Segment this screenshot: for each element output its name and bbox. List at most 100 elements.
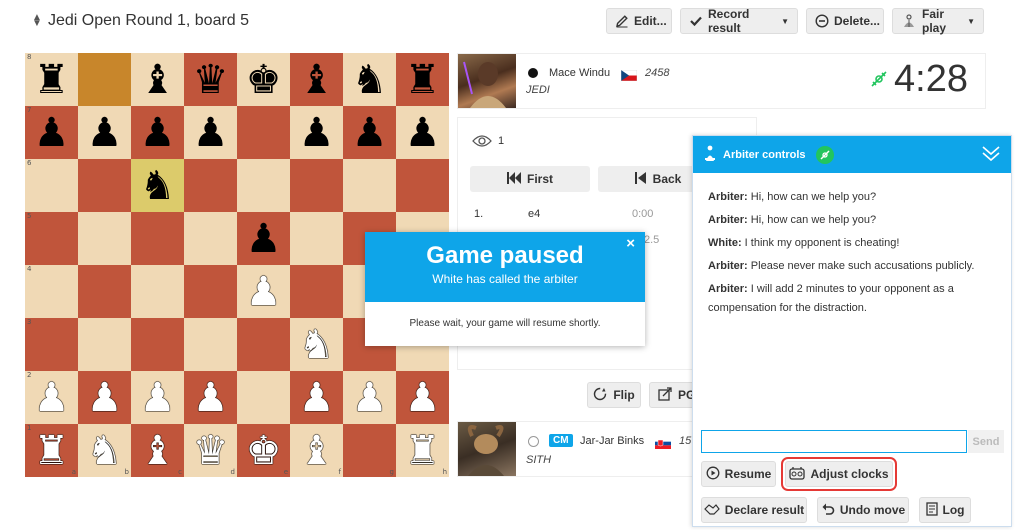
square-d3[interactable] (184, 318, 237, 371)
black-king-piece[interactable]: ♚ (246, 60, 282, 100)
square-g6[interactable] (343, 159, 396, 212)
square-e6[interactable] (237, 159, 290, 212)
first-move-button[interactable]: First (470, 166, 590, 192)
square-h1[interactable]: h ♜ (396, 424, 449, 477)
square-f8[interactable]: ♝ (290, 53, 343, 106)
square-h6[interactable] (396, 159, 449, 212)
square-h7[interactable]: ♟ (396, 106, 449, 159)
fair-play-button[interactable]: Fair play ▼ (892, 7, 984, 35)
square-a8[interactable]: 8 ♜ (25, 53, 78, 106)
square-a3[interactable]: 3 (25, 318, 78, 371)
square-f3[interactable]: ♞ (290, 318, 343, 371)
square-e1[interactable]: e ♚ (237, 424, 290, 477)
square-e8[interactable]: ♚ (237, 53, 290, 106)
square-h8[interactable]: ♜ (396, 53, 449, 106)
white-pawn-piece[interactable]: ♟ (246, 272, 282, 312)
white-pawn-piece[interactable]: ♟ (405, 378, 441, 418)
record-result-button[interactable]: Record result ▼ (680, 7, 798, 35)
square-d8[interactable]: ♛ (184, 53, 237, 106)
black-pawn-piece[interactable]: ♟ (193, 113, 229, 153)
square-b7[interactable]: ♟ (78, 106, 131, 159)
square-c2[interactable]: ♟ (131, 371, 184, 424)
white-pawn-piece[interactable]: ♟ (193, 378, 229, 418)
square-g8[interactable]: ♞ (343, 53, 396, 106)
square-b4[interactable] (78, 265, 131, 318)
white-rook-piece[interactable]: ♜ (34, 431, 70, 471)
square-d2[interactable]: ♟ (184, 371, 237, 424)
white-knight-piece[interactable]: ♞ (299, 325, 335, 365)
black-pawn-piece[interactable]: ♟ (405, 113, 441, 153)
black-bishop-piece[interactable]: ♝ (299, 60, 335, 100)
square-b5[interactable] (78, 212, 131, 265)
square-a7[interactable]: 7 ♟ (25, 106, 78, 159)
square-d5[interactable] (184, 212, 237, 265)
square-g2[interactable]: ♟ (343, 371, 396, 424)
declare-result-button[interactable]: Declare result (701, 497, 807, 523)
black-queen-piece[interactable]: ♛ (193, 60, 229, 100)
black-pawn-piece[interactable]: ♟ (352, 113, 388, 153)
black-rook-piece[interactable]: ♜ (34, 60, 70, 100)
square-h2[interactable]: ♟ (396, 371, 449, 424)
square-c8[interactable]: ♝ (131, 53, 184, 106)
move-san[interactable]: e4 (528, 208, 540, 220)
bottom-player-name[interactable]: Jar-Jar Binks (580, 435, 644, 447)
square-c3[interactable] (131, 318, 184, 371)
white-bishop-piece[interactable]: ♝ (140, 431, 176, 471)
white-queen-piece[interactable]: ♛ (193, 431, 229, 471)
undo-move-button[interactable]: Undo move (817, 497, 909, 523)
collapse-icon[interactable] (981, 145, 1001, 166)
black-pawn-piece[interactable]: ♟ (299, 113, 335, 153)
square-c4[interactable] (131, 265, 184, 318)
square-c7[interactable]: ♟ (131, 106, 184, 159)
square-e2[interactable] (237, 371, 290, 424)
square-a2[interactable]: 2 ♟ (25, 371, 78, 424)
square-a6[interactable]: 6 (25, 159, 78, 212)
white-pawn-piece[interactable]: ♟ (352, 378, 388, 418)
square-c1[interactable]: c ♝ (131, 424, 184, 477)
close-icon[interactable]: × (626, 235, 635, 252)
square-b8[interactable] (78, 53, 131, 106)
white-rook-piece[interactable]: ♜ (405, 431, 441, 471)
square-b3[interactable] (78, 318, 131, 371)
square-b6[interactable] (78, 159, 131, 212)
white-king-piece[interactable]: ♚ (246, 431, 282, 471)
white-bishop-piece[interactable]: ♝ (299, 431, 335, 471)
square-a1[interactable]: 1 a ♜ (25, 424, 78, 477)
log-button[interactable]: Log (919, 497, 971, 523)
white-knight-piece[interactable]: ♞ (87, 431, 123, 471)
square-c5[interactable] (131, 212, 184, 265)
white-pawn-piece[interactable]: ♟ (299, 378, 335, 418)
black-pawn-piece[interactable]: ♟ (87, 113, 123, 153)
black-bishop-piece[interactable]: ♝ (140, 60, 176, 100)
black-knight-piece[interactable]: ♞ (352, 60, 388, 100)
delete-button[interactable]: Delete... (806, 8, 884, 34)
white-pawn-piece[interactable]: ♟ (87, 378, 123, 418)
black-knight-piece[interactable]: ♞ (140, 166, 176, 206)
square-e7[interactable] (237, 106, 290, 159)
resume-button[interactable]: Resume (701, 461, 776, 487)
black-pawn-piece[interactable]: ♟ (246, 219, 282, 259)
square-f1[interactable]: f ♝ (290, 424, 343, 477)
square-f6[interactable] (290, 159, 343, 212)
arbiter-header[interactable]: Arbiter controls (693, 136, 1011, 173)
square-a4[interactable]: 4 (25, 265, 78, 318)
square-f4[interactable] (290, 265, 343, 318)
black-pawn-piece[interactable]: ♟ (34, 113, 70, 153)
black-pawn-piece[interactable]: ♟ (140, 113, 176, 153)
pgn-button[interactable]: PG (649, 382, 697, 408)
square-e3[interactable] (237, 318, 290, 371)
white-pawn-piece[interactable]: ♟ (140, 378, 176, 418)
square-c6[interactable]: ♞ (131, 159, 184, 212)
top-player-name[interactable]: Mace Windu (549, 67, 610, 79)
black-rook-piece[interactable]: ♜ (405, 60, 441, 100)
chat-input[interactable] (701, 430, 967, 453)
square-e5[interactable]: ♟ (237, 212, 290, 265)
square-d7[interactable]: ♟ (184, 106, 237, 159)
square-d1[interactable]: d ♛ (184, 424, 237, 477)
square-b1[interactable]: b ♞ (78, 424, 131, 477)
square-f2[interactable]: ♟ (290, 371, 343, 424)
square-g1[interactable]: g (343, 424, 396, 477)
square-d6[interactable] (184, 159, 237, 212)
edit-button[interactable]: Edit... (606, 8, 672, 34)
square-f5[interactable] (290, 212, 343, 265)
